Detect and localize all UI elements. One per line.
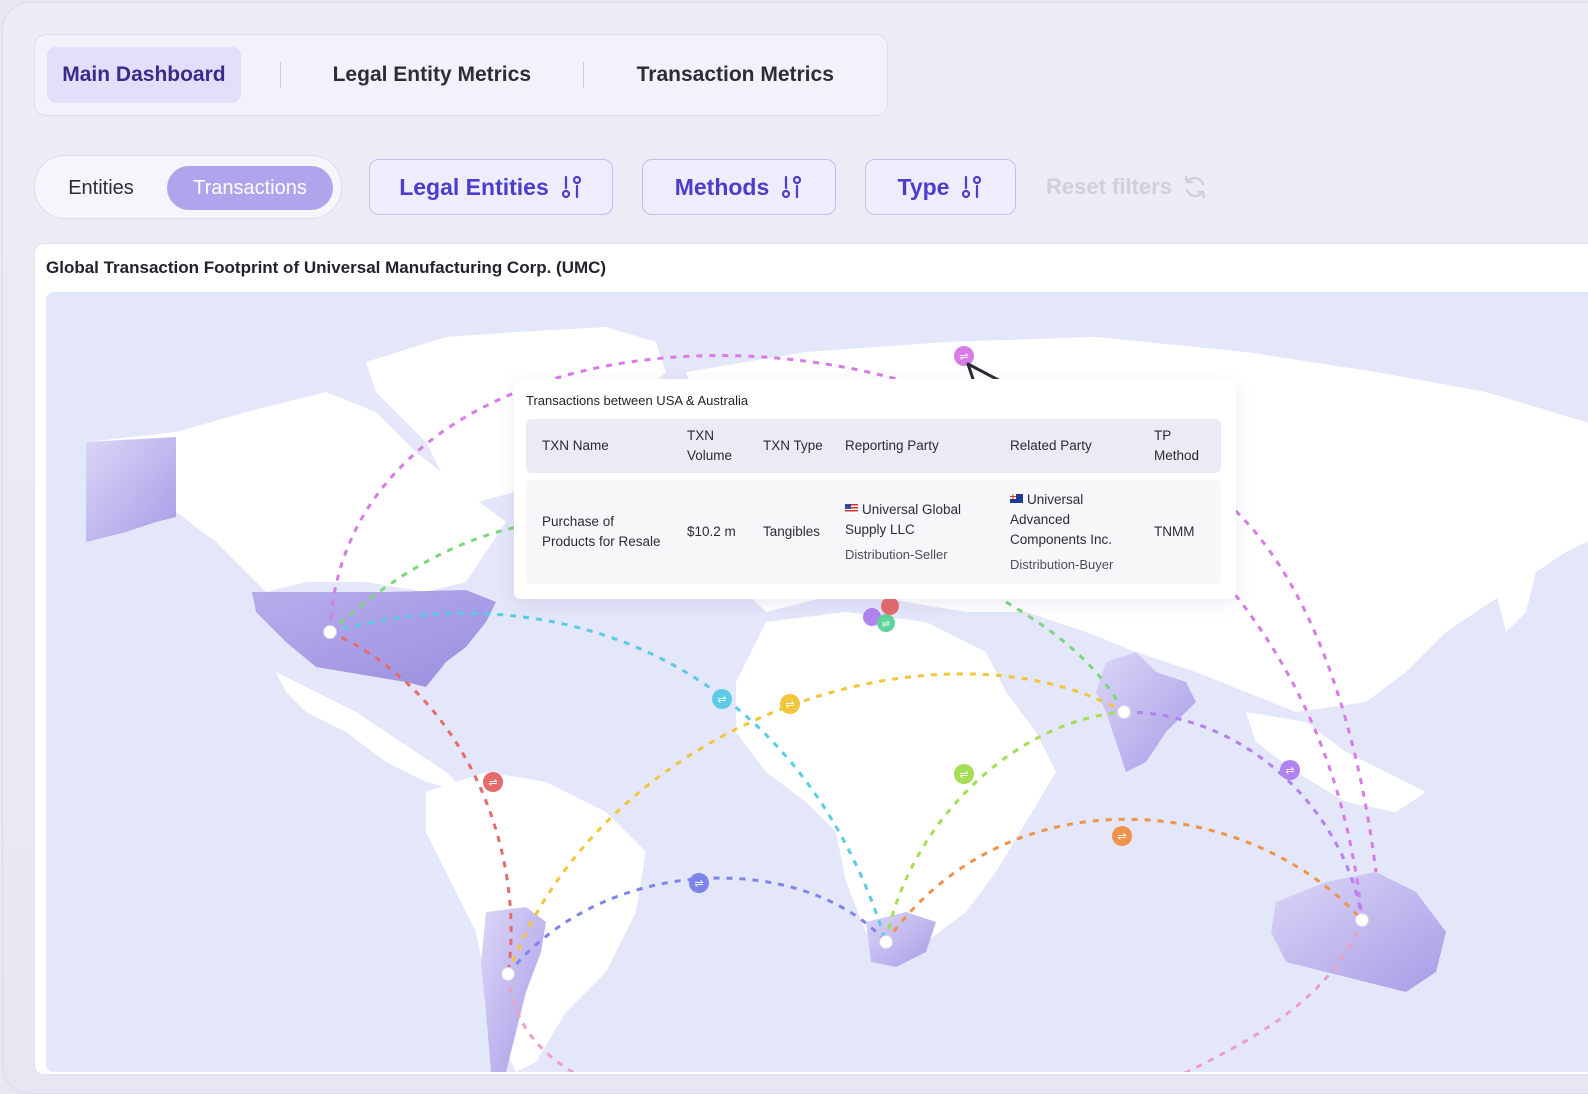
methods-filter-button[interactable]: Methods [642,159,836,215]
related-party-role: Distribution-Buyer [1010,557,1114,572]
tooltip-table-header: TXN Name TXN Volume TXN Type Reporting P… [526,419,1221,473]
transaction-tooltip: Transactions between USA & Australia TXN… [514,379,1236,599]
transaction-badge-icon[interactable]: ⇌ [689,873,709,893]
transaction-badge-icon[interactable]: ⇌ [1112,826,1132,846]
header-txn-volume-line2: Volume [687,448,733,463]
card-title: Global Transaction Footprint of Universa… [46,258,607,277]
node-australia[interactable] [1355,913,1369,927]
svg-text:⇌: ⇌ [694,877,703,890]
svg-text:⇌: ⇌ [959,350,968,363]
tab-legal-entity-metrics[interactable]: Legal Entity Metrics [281,47,583,103]
transaction-badge-icon[interactable]: ⇌ [712,689,732,709]
svg-text:⇌: ⇌ [1285,764,1294,777]
svg-text:⇌: ⇌ [959,768,968,781]
related-party-line3: Components Inc. [1010,532,1113,547]
related-party-line2: Advanced [1010,512,1071,527]
svg-text:⇌: ⇌ [882,619,890,630]
filter-sliders-icon [561,175,581,199]
svg-text:⇌: ⇌ [1117,830,1126,843]
transaction-map-card: Global Transaction Footprint of Universa… [34,243,1588,1075]
related-party-name: Universal [1027,492,1084,507]
header-tp-method-line2: Method [1154,448,1200,463]
filter-sliders-icon [782,175,802,199]
reporting-party-name: Universal Global [862,502,962,517]
node-argentina[interactable] [501,967,515,981]
transaction-badge-icon[interactable]: ⇌ [954,346,974,366]
usa-country [252,590,496,687]
southeast-asia-landmass [1246,712,1426,812]
transaction-badge-icon[interactable]: ⇌ [1280,760,1300,780]
node-south-africa[interactable] [879,935,893,949]
world-map[interactable]: ⇌ ⇌ ⇌ ⇌ ⇌ ⇌ ⇌ ⇌ ⇌ Transactions between U… [46,292,1588,1072]
dashboard-tabs: Main Dashboard Legal Entity Metrics Tran… [34,34,888,116]
transaction-badge-icon[interactable]: ⇌ [780,694,800,714]
africa-landmass [736,612,1056,962]
legal-entities-filter-label: Legal Entities [399,173,549,200]
type-filter-label: Type [897,173,950,200]
toggle-transactions[interactable]: Transactions [167,166,333,210]
alaska-region [86,437,176,542]
legal-entities-filter-button[interactable]: Legal Entities [369,159,613,215]
svg-text:⇌: ⇌ [488,776,497,789]
transaction-badge-icon[interactable] [881,597,899,615]
refresh-icon [1184,175,1206,199]
reporting-party-line2: Supply LLC [845,522,915,537]
txn-name-line1: Purchase of [542,514,615,529]
us-flag-icon [845,504,858,513]
central-america-landmass [276,672,466,792]
tab-main-dashboard[interactable]: Main Dashboard [46,47,242,103]
transaction-badge-icon[interactable]: ⇌ [954,764,974,784]
node-india[interactable] [1117,705,1131,719]
related-party-line1: Universal [1010,490,1083,509]
australia-country [1271,872,1446,992]
methods-filter-label: Methods [674,173,770,200]
australia-flag-icon [1010,494,1023,503]
header-tp-method-line1: TP [1154,428,1172,443]
txn-type: Tangibles [763,524,821,539]
header-txn-name: TXN Name [542,438,609,453]
view-toggle: Entities Transactions [34,155,342,219]
filter-sliders-icon [962,175,982,199]
tp-method: TNMM [1154,524,1195,539]
txn-volume: $10.2 m [687,524,736,539]
txn-name-line2: Products for Resale [542,534,661,549]
reset-filters-button[interactable]: Reset filters [1046,171,1208,203]
reset-filters-label: Reset filters [1046,174,1172,199]
tab-transaction-metrics[interactable]: Transaction Metrics [584,47,887,103]
svg-text:⇌: ⇌ [785,698,794,711]
tooltip-title: Transactions between USA & Australia [526,393,749,408]
header-txn-volume-line1: TXN [687,428,714,443]
reporting-party-role: Distribution-Seller [845,547,948,562]
header-txn-type: TXN Type [763,438,823,453]
transaction-badge-icon[interactable]: ⇌ [877,614,895,632]
toggle-entities[interactable]: Entities [45,166,157,210]
type-filter-button[interactable]: Type [865,159,1016,215]
reporting-party-line1: Universal Global [845,500,961,519]
node-usa[interactable] [323,625,337,639]
app-window: Main Dashboard Legal Entity Metrics Tran… [2,2,1588,1094]
header-reporting-party: Reporting Party [845,438,939,453]
tooltip-table-row: Purchase of Products for Resale $10.2 m … [526,480,1221,584]
transaction-badge-icon[interactable]: ⇌ [483,772,503,792]
svg-text:⇌: ⇌ [717,693,726,706]
header-related-party: Related Party [1010,438,1092,453]
